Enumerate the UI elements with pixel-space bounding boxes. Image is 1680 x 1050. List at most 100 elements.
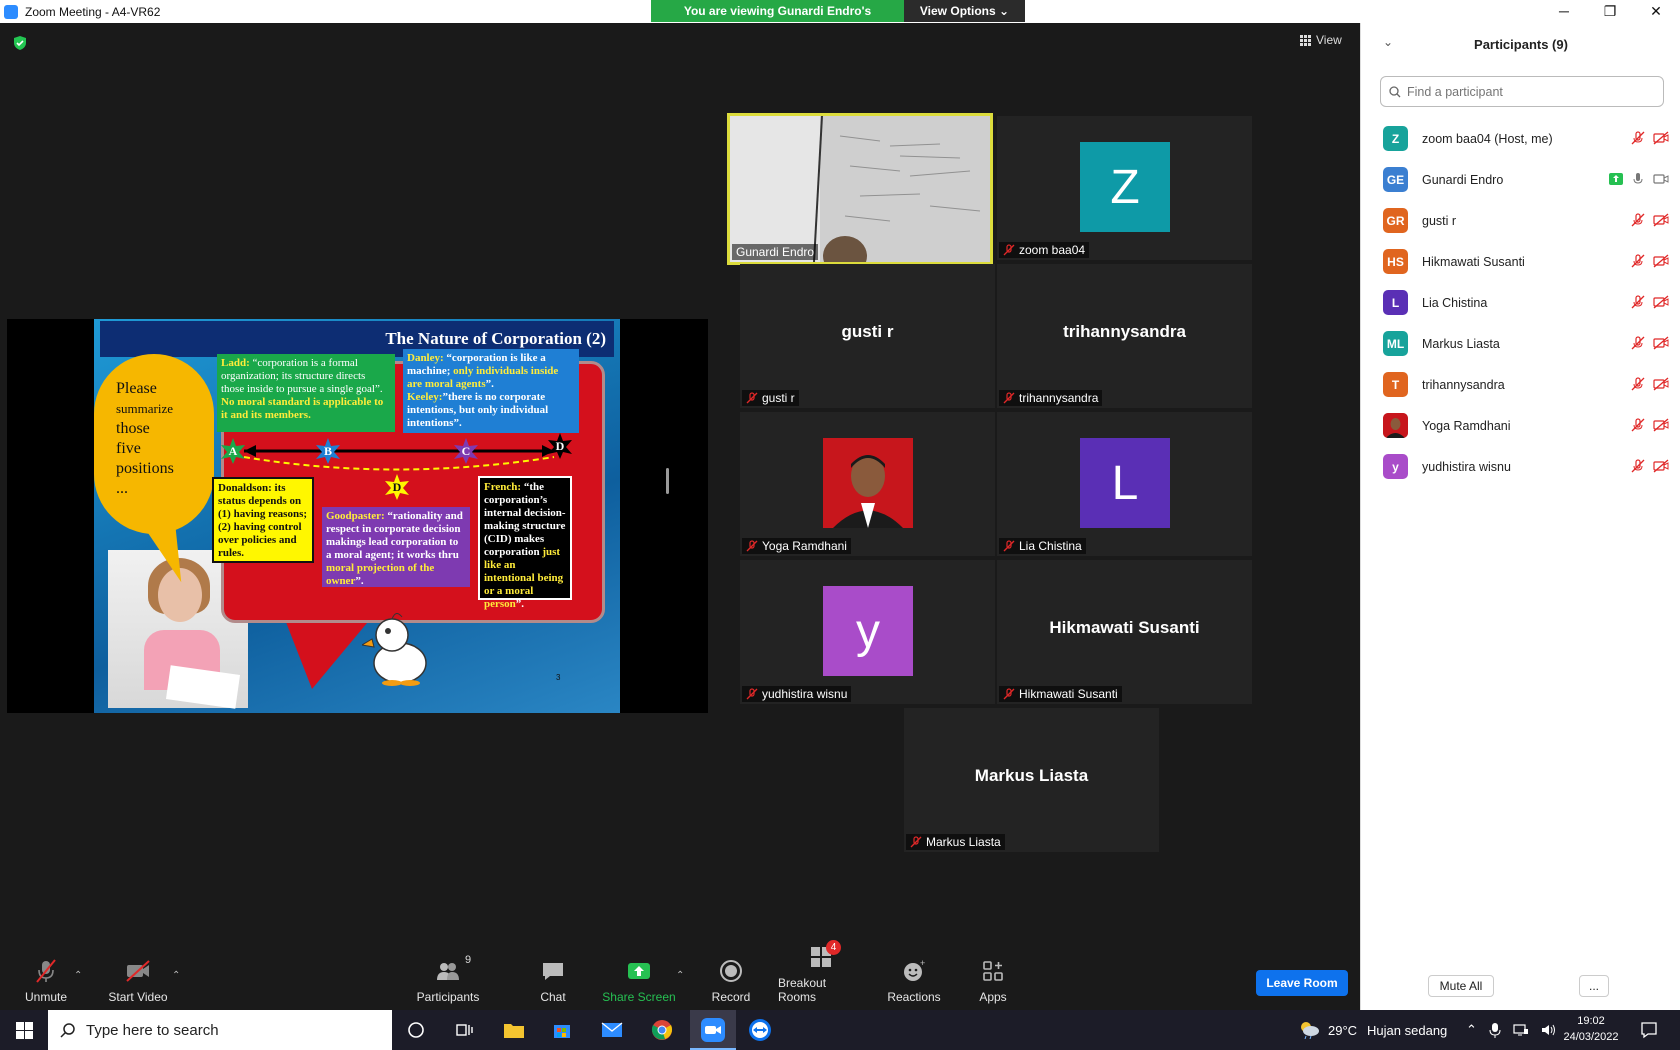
leave-room-button[interactable]: Leave Room: [1256, 970, 1348, 996]
participant-row[interactable]: Z zoom baa04 (Host, me): [1361, 118, 1680, 159]
video-tile-lia[interactable]: L Lia Chistina: [997, 412, 1252, 556]
danley-box: Danley: “corporation is like a machine; …: [403, 349, 579, 433]
donaldson-text: Donaldson: its status depends on (1) hav…: [218, 482, 308, 559]
record-button[interactable]: Record: [708, 944, 754, 1010]
participant-search-input[interactable]: [1407, 84, 1647, 99]
zoom-icon: [701, 1018, 725, 1042]
goodpaster-label: Goodpaster:: [326, 510, 385, 522]
slide-number: 3: [556, 673, 561, 682]
participant-name: Gunardi Endro: [1422, 172, 1504, 187]
share-screen-icon: [626, 958, 652, 984]
view-options-button[interactable]: View Options ⌄: [904, 0, 1025, 22]
mic-muted-icon: [1003, 540, 1015, 552]
share-options-chevron-icon[interactable]: ⌃: [676, 970, 684, 981]
security-shield-icon[interactable]: [12, 35, 28, 51]
video-off-icon: [1653, 213, 1669, 227]
windows-start-icon[interactable]: [16, 1022, 33, 1039]
mic-muted-icon: [1631, 336, 1645, 350]
mail-icon[interactable]: [600, 1018, 624, 1042]
weather-description: Hujan sedang: [1367, 1022, 1448, 1038]
chrome-icon[interactable]: [650, 1018, 674, 1042]
tile-center-name: gusti r: [841, 322, 894, 341]
volume-icon[interactable]: [1541, 1023, 1557, 1037]
mic-muted-icon: [33, 958, 59, 984]
participant-status-icons: [1631, 254, 1669, 268]
tray-chevron-up-icon[interactable]: ⌃: [1466, 1022, 1477, 1038]
participant-row[interactable]: HS Hikmawati Susanti: [1361, 241, 1680, 282]
ladd-box: Ladd: “corporation is a formal organizat…: [217, 354, 395, 432]
tile-name-label: Gunardi Endro: [732, 244, 819, 260]
unmute-button[interactable]: Unmute: [20, 944, 72, 1010]
search-icon: [1389, 85, 1401, 97]
network-icon[interactable]: [1513, 1023, 1529, 1037]
view-button[interactable]: View: [1300, 33, 1342, 47]
participant-row[interactable]: T trihannysandra: [1361, 364, 1680, 405]
cortana-icon[interactable]: [404, 1018, 428, 1042]
participant-row[interactable]: Yoga Ramdhani: [1361, 405, 1680, 446]
participant-row[interactable]: GR gusti r: [1361, 200, 1680, 241]
video-tile-zoom-baa04[interactable]: Z zoom baa04: [997, 116, 1252, 260]
tile-name-label: gusti r: [742, 390, 799, 406]
french-label: French:: [484, 481, 522, 493]
participant-row[interactable]: ML Markus Liasta: [1361, 323, 1680, 364]
mute-all-button[interactable]: Mute All: [1428, 975, 1494, 997]
participants-button[interactable]: 9 Participants: [416, 944, 480, 1010]
video-tile-yudhistira[interactable]: y yudhistira wisnu: [740, 560, 995, 704]
start-video-button[interactable]: Start Video: [106, 944, 170, 1010]
video-off-icon: [1653, 336, 1669, 350]
minimize-button[interactable]: ─: [1541, 0, 1587, 22]
mic-muted-icon: [1631, 213, 1645, 227]
mic-on-icon: [1633, 173, 1643, 184]
minimize-icon: ─: [1559, 3, 1569, 19]
zoom-taskbar-button[interactable]: [690, 1010, 736, 1050]
participant-row[interactable]: y yudhistira wisnu: [1361, 446, 1680, 487]
participant-avatar: T: [1383, 372, 1408, 397]
avatar-letter: L: [1111, 456, 1139, 510]
danley-end: ”.: [485, 378, 494, 390]
participant-avatar: y: [1383, 454, 1408, 479]
share-screen-button[interactable]: Share Screen: [602, 944, 676, 1010]
video-options-chevron-icon[interactable]: ⌃: [172, 970, 180, 981]
participant-search[interactable]: [1380, 76, 1664, 107]
apps-label: Apps: [979, 990, 1007, 1004]
video-tile-trihannysandra[interactable]: trihannysandra trihannysandra: [997, 264, 1252, 408]
french-box: French: “the corporation’s internal deci…: [478, 476, 572, 610]
clock-time: 19:02: [1577, 1015, 1605, 1027]
breakout-rooms-button[interactable]: 4 Breakout Rooms: [778, 940, 866, 1010]
apps-button[interactable]: Apps: [970, 944, 1016, 1010]
video-tile-markus[interactable]: Markus Liasta Markus Liasta: [904, 708, 1159, 852]
store-icon[interactable]: [550, 1018, 574, 1042]
split-drag-handle[interactable]: [666, 468, 669, 494]
audio-options-chevron-icon[interactable]: ⌃: [74, 970, 82, 981]
breakout-badge: 4: [826, 940, 841, 955]
notifications-icon[interactable]: [1640, 1021, 1658, 1039]
weather-widget[interactable]: 29°C Hujan sedang: [1298, 1010, 1447, 1050]
participant-status-icons: [1631, 377, 1669, 391]
clock[interactable]: 19:02 24/03/2022: [1560, 1013, 1622, 1045]
microphone-icon[interactable]: [1489, 1022, 1501, 1038]
video-tile-gunardi[interactable]: Gunardi Endro: [727, 113, 993, 265]
more-options-button[interactable]: ...: [1579, 975, 1609, 997]
restore-button[interactable]: ❐: [1587, 0, 1633, 22]
search-icon: [60, 1023, 75, 1038]
chat-button[interactable]: Chat: [530, 944, 576, 1010]
meeting-toolbar: Unmute ⌃ Start Video ⌃ 9 Participants Ch…: [0, 940, 1360, 1010]
close-button[interactable]: ✕: [1633, 0, 1679, 22]
unmute-label: Unmute: [24, 990, 68, 1004]
video-tile-gusti[interactable]: gusti r gusti r: [740, 264, 995, 408]
taskbar-search-box[interactable]: Type here to search: [48, 1010, 392, 1050]
file-explorer-icon[interactable]: [502, 1018, 526, 1042]
mic-muted-icon: [1003, 688, 1015, 700]
video-tile-hikmawati[interactable]: Hikmawati Susanti Hikmawati Susanti: [997, 560, 1252, 704]
participant-row[interactable]: GE Gunardi Endro: [1361, 159, 1680, 200]
record-icon: [718, 958, 744, 984]
teamviewer-icon[interactable]: [748, 1018, 772, 1042]
star-letter: A: [228, 443, 238, 458]
participant-row[interactable]: L Lia Chistina: [1361, 282, 1680, 323]
video-tile-yoga[interactable]: Yoga Ramdhani: [740, 412, 995, 556]
task-view-icon[interactable]: [452, 1018, 476, 1042]
bubble-text: Please summarize those five positions ..…: [116, 379, 208, 499]
reactions-button[interactable]: + Reactions: [887, 944, 940, 1010]
video-off-icon: [125, 958, 151, 984]
ladd-highlight: No moral standard is applicable to it an…: [221, 396, 384, 421]
